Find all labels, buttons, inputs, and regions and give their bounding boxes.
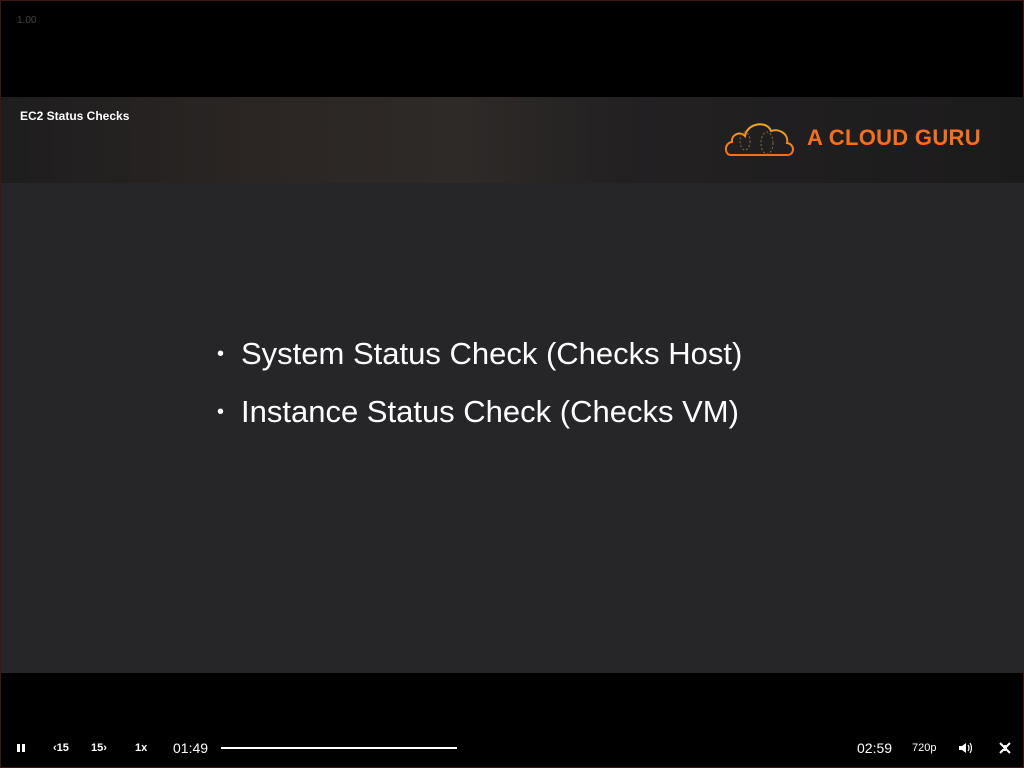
speed-button[interactable]: 1x [135,736,147,760]
remaining-time: 02:59 [857,740,893,756]
progress-fill [221,747,457,749]
pause-button[interactable] [16,736,26,760]
volume-button[interactable] [958,736,972,760]
exit-fullscreen-icon [999,742,1011,754]
rewind-15-button[interactable]: ‹15 [53,736,69,760]
forward-15-button[interactable]: 15› [91,736,107,760]
bullet-item: • Instance Status Check (Checks VM) [217,383,742,441]
current-time: 01:49 [173,740,209,756]
slide-banner: EC2 Status Checks A CLOUD GURU [1,97,1024,183]
cloud-logo-icon [724,123,794,156]
exit-fullscreen-button[interactable] [999,736,1011,760]
progress-bar[interactable] [221,736,841,760]
logo-text: A CLOUD GURU [807,125,981,150]
quality-button[interactable]: 720p [912,736,936,760]
bullet-list: • System Status Check (Checks Host) • Inst… [217,325,742,441]
bullet-text: System Status Check (Checks Host) [241,336,743,371]
playback-rate-overlay: 1.00 [17,15,37,26]
slide-title: EC2 Status Checks [20,109,130,123]
bullet-icon: • [217,343,225,365]
bullet-icon: • [217,401,225,423]
bullet-text: Instance Status Check (Checks VM) [241,394,739,429]
a-cloud-guru-logo: A CLOUD GURU [723,117,981,159]
player-controls: ‹15 15› 1x 01:49 02:59 720p [1,736,1024,760]
video-slide[interactable]: EC2 Status Checks A CLOUD GURU • System S… [1,97,1024,673]
bullet-item: • System Status Check (Checks Host) [217,325,742,383]
volume-icon [959,742,972,754]
pause-icon [17,744,25,752]
